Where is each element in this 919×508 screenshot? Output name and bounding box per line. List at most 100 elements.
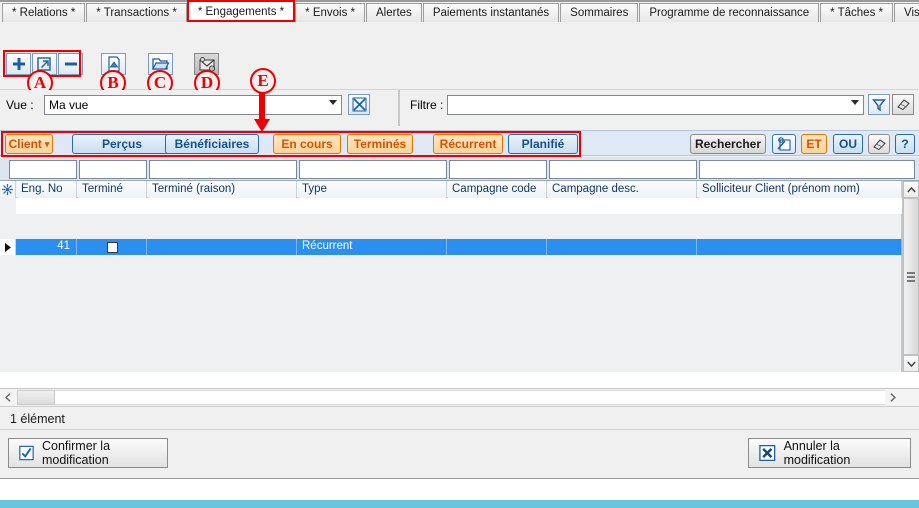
and-operator-button[interactable]: ET	[801, 134, 827, 154]
cell-termine[interactable]	[78, 239, 147, 255]
checkbox-unchecked-icon[interactable]	[106, 241, 118, 253]
tab-relations[interactable]: * Relations *	[2, 3, 86, 22]
view-select-value: Ma vue	[49, 98, 89, 112]
apply-filter-button[interactable]	[868, 94, 890, 115]
or-operator-button[interactable]: OU	[833, 134, 863, 154]
filter-button-en-cours[interactable]: En cours	[273, 134, 341, 154]
toolbar-separator	[398, 90, 400, 126]
grid-settings-icon	[2, 184, 13, 195]
action-bar: Confirmer la modification Annuler la mod…	[0, 430, 919, 478]
column-header-solliciteur[interactable]: Solliciteur Client (prénom nom)	[698, 181, 902, 198]
column-header-campagne-desc[interactable]: Campagne desc.	[548, 181, 697, 198]
eraser-icon	[872, 138, 886, 150]
record-count-label: 1 élément	[10, 412, 65, 426]
search-button[interactable]: Rechercher	[690, 134, 766, 154]
bottom-white-area	[0, 478, 919, 500]
grid-horizontal-scrollbar[interactable]	[0, 388, 919, 405]
view-select[interactable]: Ma vue	[44, 95, 342, 115]
filter-button-recurrent[interactable]: Récurrent	[433, 134, 503, 154]
column-header-termine[interactable]: Terminé	[78, 181, 147, 198]
open-folder-icon	[152, 58, 169, 70]
advanced-search-icon	[776, 137, 791, 151]
column-header-eng-no[interactable]: Eng. No	[17, 181, 77, 198]
annotation-marker-e: E	[250, 68, 276, 94]
current-row-arrow-icon	[4, 242, 11, 252]
filter-button-label: Récurrent	[439, 137, 497, 151]
grid-row-background	[16, 198, 902, 214]
column-filter-termine-raison[interactable]	[149, 160, 297, 179]
cancel-label: Annuler la modification	[783, 439, 851, 467]
column-filter-campagne-code[interactable]	[449, 160, 547, 179]
tab-envois[interactable]: * Envois *	[295, 3, 366, 22]
tab-paiements-instantanes[interactable]: Paiements instantanés	[422, 3, 560, 22]
scroll-thumb[interactable]	[17, 390, 55, 405]
help-label: ?	[901, 137, 909, 151]
filter-button-label: Terminés	[353, 137, 407, 151]
x-mark-icon	[759, 444, 776, 462]
tab-label: Sommaires	[570, 7, 629, 19]
tab-label: Alertes	[376, 7, 412, 19]
column-header-type[interactable]: Type	[298, 181, 447, 198]
chevron-up-icon	[906, 186, 916, 193]
tab-taches[interactable]: * Tâches *	[820, 3, 893, 22]
tab-sommaires[interactable]: Sommaires	[560, 3, 639, 22]
filter-select[interactable]	[447, 95, 864, 115]
bottom-accent-bar	[0, 500, 919, 508]
engagements-grid: Eng. No Terminé Terminé (raison) Type Ca…	[0, 157, 919, 405]
tab-label: Visibilité	[904, 7, 919, 19]
scroll-right-button[interactable]	[885, 389, 901, 405]
cell-eng-no: 41	[17, 239, 77, 255]
grid-header-row: Eng. No Terminé Terminé (raison) Type Ca…	[0, 181, 919, 198]
tab-alertes[interactable]: Alertes	[366, 3, 422, 22]
filter-button-label: Bénéficiaires	[174, 137, 250, 151]
cell-solliciteur	[698, 239, 902, 255]
chevron-down-icon	[851, 100, 859, 105]
tab-engagements[interactable]: * Engagements *	[186, 0, 296, 22]
main-tab-strip: * Relations * * Transactions * * Engagem…	[0, 0, 919, 22]
help-button[interactable]: ?	[895, 134, 915, 154]
filter-button-termines[interactable]: Terminés	[347, 134, 413, 154]
scroll-thumb[interactable]	[903, 198, 919, 355]
filter-button-label: Client	[8, 137, 42, 151]
confirm-modification-button[interactable]: Confirmer la modification	[8, 438, 168, 468]
column-filter-type[interactable]	[299, 160, 447, 179]
filter-button-percus[interactable]: Perçus	[72, 134, 172, 154]
column-filter-eng-no[interactable]	[9, 160, 77, 179]
grid-body: 41 Récurrent	[0, 198, 902, 372]
grid-settings-button[interactable]	[0, 181, 16, 198]
column-header-termine-raison[interactable]: Terminé (raison)	[148, 181, 297, 198]
filter-button-label: En cours	[281, 137, 333, 151]
tab-label: * Engagements *	[197, 6, 285, 18]
chevron-left-icon	[5, 392, 11, 402]
column-filter-campagne-desc[interactable]	[549, 160, 697, 179]
quick-filter-bar: Client ▾ Perçus Bénéficiaires En cours T…	[0, 130, 919, 157]
scroll-track[interactable]	[55, 390, 901, 405]
record-toolbar: A B C D	[0, 22, 919, 99]
tab-transactions[interactable]: * Transactions *	[86, 3, 187, 22]
tab-programme-reconnaissance[interactable]: Programme de reconnaissance	[639, 3, 820, 22]
advanced-search-button[interactable]	[772, 134, 796, 154]
filter-button-beneficiaires[interactable]: Bénéficiaires	[165, 134, 259, 154]
scroll-down-button[interactable]	[903, 355, 919, 372]
column-filter-solliciteur[interactable]	[699, 160, 915, 179]
filter-button-client[interactable]: Client ▾	[5, 134, 53, 154]
grid-vertical-scrollbar[interactable]	[902, 181, 919, 372]
funnel-icon	[872, 98, 886, 111]
clear-search-button[interactable]	[868, 134, 890, 154]
column-header-campagne-code[interactable]: Campagne code	[448, 181, 547, 198]
view-tools-button[interactable]	[348, 94, 370, 115]
tools-cross-icon	[352, 97, 366, 112]
cell-campagne-code	[448, 239, 547, 255]
column-filter-termine[interactable]	[79, 160, 147, 179]
table-row[interactable]: 41 Récurrent	[0, 239, 902, 255]
view-filter-row: Vue : Ma vue Filtre :	[0, 90, 919, 126]
annotation-arrow-e	[254, 92, 270, 132]
cancel-modification-button[interactable]: Annuler la modification	[748, 438, 911, 468]
column-filter-row	[0, 157, 919, 181]
tab-visibilite[interactable]: Visibilité	[894, 3, 919, 22]
clear-filter-button[interactable]	[892, 94, 914, 115]
scroll-left-button[interactable]	[0, 389, 16, 405]
filter-button-planifie[interactable]: Planifié	[508, 134, 578, 154]
tab-label: * Transactions *	[96, 7, 177, 19]
scroll-up-button[interactable]	[903, 181, 919, 198]
